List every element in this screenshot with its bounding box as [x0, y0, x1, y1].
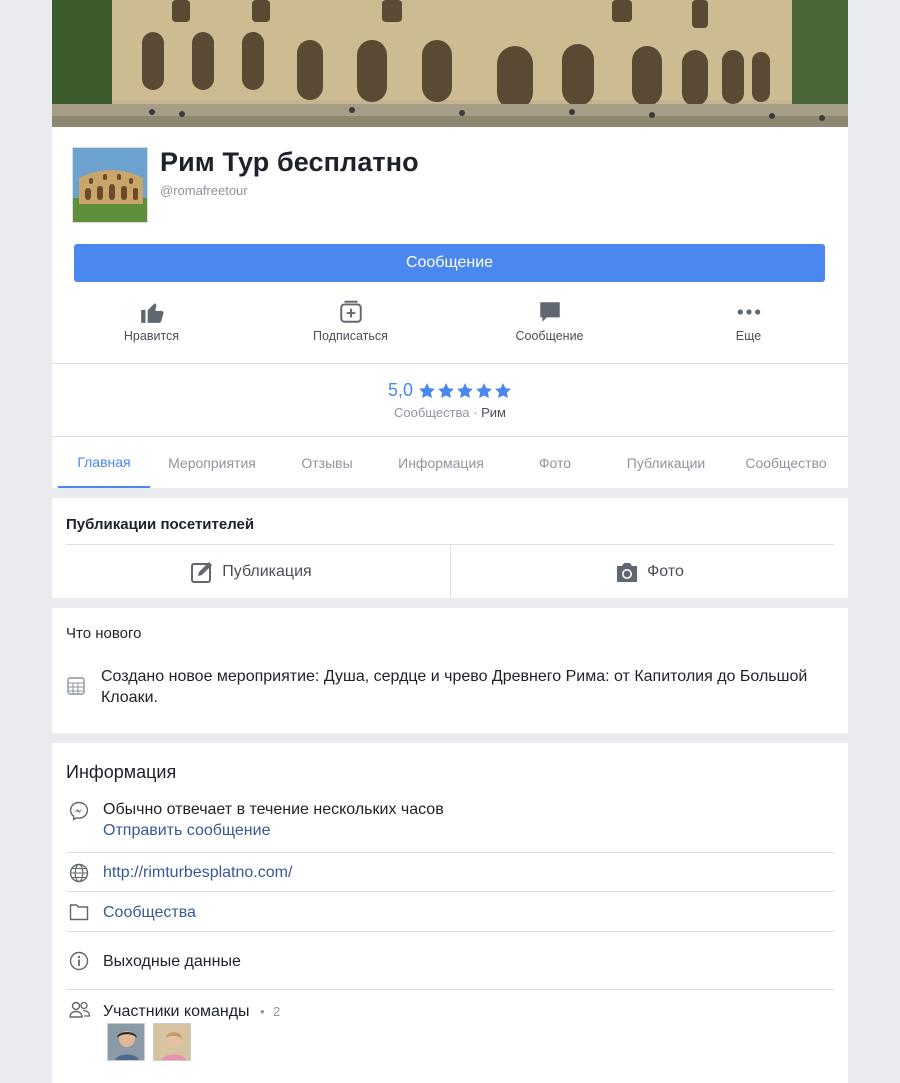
like-button[interactable]: Нравится — [52, 295, 251, 355]
divider — [66, 989, 834, 990]
imprint-text: Выходные данные — [103, 953, 241, 970]
divider — [66, 852, 834, 853]
colosseum-cover-image — [52, 0, 848, 127]
star-icon — [457, 382, 473, 398]
page-title: Рим Тур бесплатно — [160, 147, 419, 177]
rating-separator: · — [473, 405, 478, 420]
compose-icon — [191, 561, 213, 583]
tab-about[interactable]: Информация — [380, 437, 502, 488]
visitor-posts-card: Публикации посетителей Публикация Фото — [52, 498, 848, 598]
info-title: Информация — [66, 762, 177, 782]
team-members-count: 2 — [273, 1004, 281, 1019]
like-label: Нравится — [123, 329, 180, 343]
people-icon — [69, 1001, 91, 1024]
page-handle: @romafreetour — [160, 183, 248, 198]
star-icon — [476, 382, 492, 398]
team-dot: • — [259, 1004, 265, 1019]
chat-bubble-icon — [537, 297, 563, 327]
more-label: Еще — [735, 329, 762, 343]
write-post-button[interactable]: Публикация — [52, 545, 450, 598]
tab-events[interactable]: Мероприятия — [150, 437, 274, 488]
messenger-icon — [69, 801, 89, 826]
camera-icon — [617, 562, 638, 582]
thumbs-up-icon — [139, 297, 165, 327]
follow-button[interactable]: Подписаться — [251, 295, 450, 355]
rating-stars — [417, 382, 512, 400]
add-photo-label: Фото — [647, 562, 684, 580]
add-photo-button[interactable]: Фото — [450, 545, 848, 598]
tab-bar: Главная Мероприятия Отзывы Информация Фо… — [52, 436, 848, 488]
profile-picture[interactable] — [72, 147, 148, 223]
message-button[interactable]: Сообщение — [74, 244, 825, 282]
news-item[interactable]: Создано новое мероприятие: Душа, сердце … — [66, 666, 826, 708]
send-message-link[interactable]: Отправить сообщение — [103, 822, 270, 840]
more-dots-icon — [736, 297, 762, 327]
tab-community[interactable]: Сообщество — [724, 437, 848, 488]
divider — [66, 891, 834, 892]
category-link[interactable]: Сообщества — [103, 904, 196, 922]
star-icon — [495, 382, 511, 398]
visitor-posts-title: Публикации посетителей — [66, 516, 255, 533]
info-card: Информация Обычно отвечает в течение нес… — [52, 743, 848, 1083]
info-circle-icon — [69, 951, 89, 976]
team-member-avatar[interactable] — [107, 1023, 145, 1061]
whats-new-title: Что нового — [66, 625, 142, 642]
rating-value: 5,0 — [387, 380, 414, 400]
colosseum-thumbnail-image — [73, 148, 147, 222]
star-icon — [419, 382, 435, 398]
rating-section[interactable]: 5,0 Сообщества · Рим — [52, 363, 848, 436]
star-icon — [438, 382, 454, 398]
team-avatars — [107, 1023, 199, 1061]
tab-home[interactable]: Главная — [58, 437, 150, 488]
globe-icon — [69, 863, 89, 888]
write-post-label: Публикация — [222, 562, 312, 580]
rating-category: Сообщества — [394, 405, 470, 420]
more-button[interactable]: Еще — [649, 295, 848, 355]
rating-city: Рим — [481, 405, 506, 420]
tab-photos[interactable]: Фото — [502, 437, 608, 488]
whats-new-card: Что нового Создано новое мероприятие: Ду… — [52, 608, 848, 733]
divider — [66, 931, 834, 932]
news-item-text: Создано новое мероприятие: Душа, сердце … — [100, 668, 808, 706]
action-bar: Нравится Подписаться Сообщение Еще — [52, 295, 848, 355]
cover-photo[interactable] — [52, 0, 848, 127]
follow-label: Подписаться — [313, 329, 388, 343]
team-member-avatar[interactable] — [153, 1023, 191, 1061]
tab-reviews[interactable]: Отзывы — [274, 437, 380, 488]
page-header: Рим Тур бесплатно @romafreetour Сообщени… — [52, 127, 848, 363]
follow-inbox-icon — [338, 297, 364, 327]
tab-posts[interactable]: Публикации — [608, 437, 724, 488]
message-action-label: Сообщение — [515, 329, 584, 343]
response-time-text: Обычно отвечает в течение нескольких час… — [103, 801, 444, 818]
folder-icon — [69, 903, 89, 926]
message-action-button[interactable]: Сообщение — [450, 295, 649, 355]
team-members-label[interactable]: Участники команды • 2 — [103, 1003, 280, 1021]
website-link[interactable]: http://rimturbesplatno.com/ — [103, 864, 292, 882]
calendar-icon — [66, 666, 101, 708]
team-members-text: Участники команды — [103, 1003, 250, 1020]
